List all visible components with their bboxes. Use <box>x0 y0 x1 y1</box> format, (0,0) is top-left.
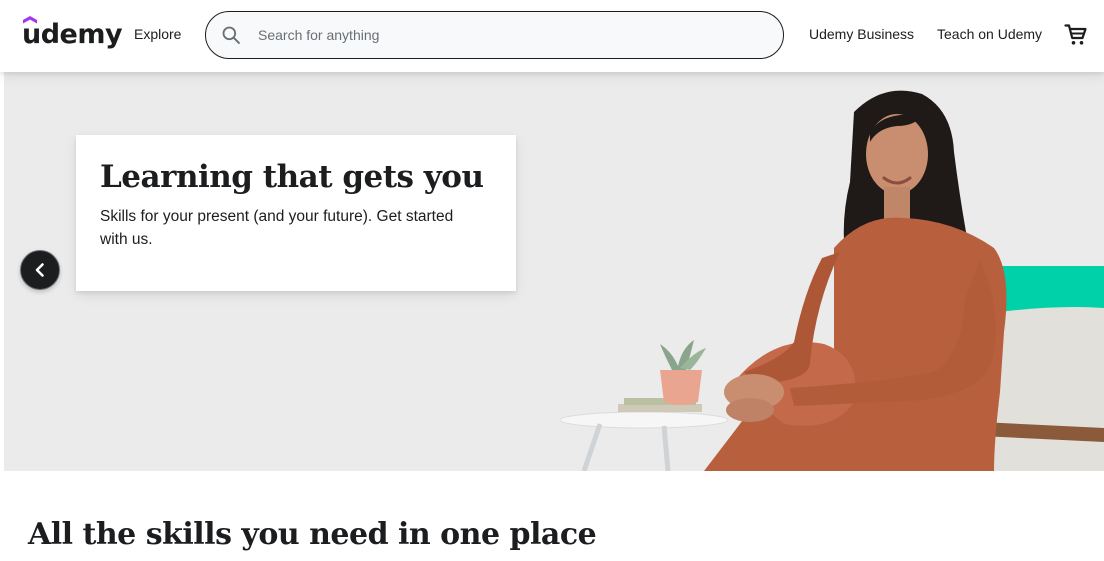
logo-wordmark: udemy <box>22 19 123 50</box>
top-header: udemy Explore Udemy Business Teach on Ud… <box>0 0 1104 72</box>
udemy-logo[interactable]: udemy <box>22 16 123 53</box>
carousel-prev-button[interactable] <box>20 250 60 290</box>
hero-title: Learning that gets you <box>100 159 484 195</box>
search-bar[interactable] <box>205 11 784 59</box>
chevron-left-icon <box>35 263 44 277</box>
cart-icon[interactable] <box>1064 23 1088 47</box>
teach-on-udemy-link[interactable]: Teach on Udemy <box>937 26 1042 42</box>
hero-text-card: Learning that gets you Skills for your p… <box>76 135 516 291</box>
hero-subtitle: Skills for your present (and your future… <box>100 208 454 248</box>
hero-banner: Learning that gets you Skills for your p… <box>4 72 1104 471</box>
udemy-business-link[interactable]: Udemy Business <box>809 26 914 42</box>
explore-link[interactable]: Explore <box>134 26 181 42</box>
search-icon[interactable] <box>221 25 241 45</box>
section-title: All the skills you need in one place <box>28 517 597 552</box>
search-input[interactable] <box>258 21 758 49</box>
